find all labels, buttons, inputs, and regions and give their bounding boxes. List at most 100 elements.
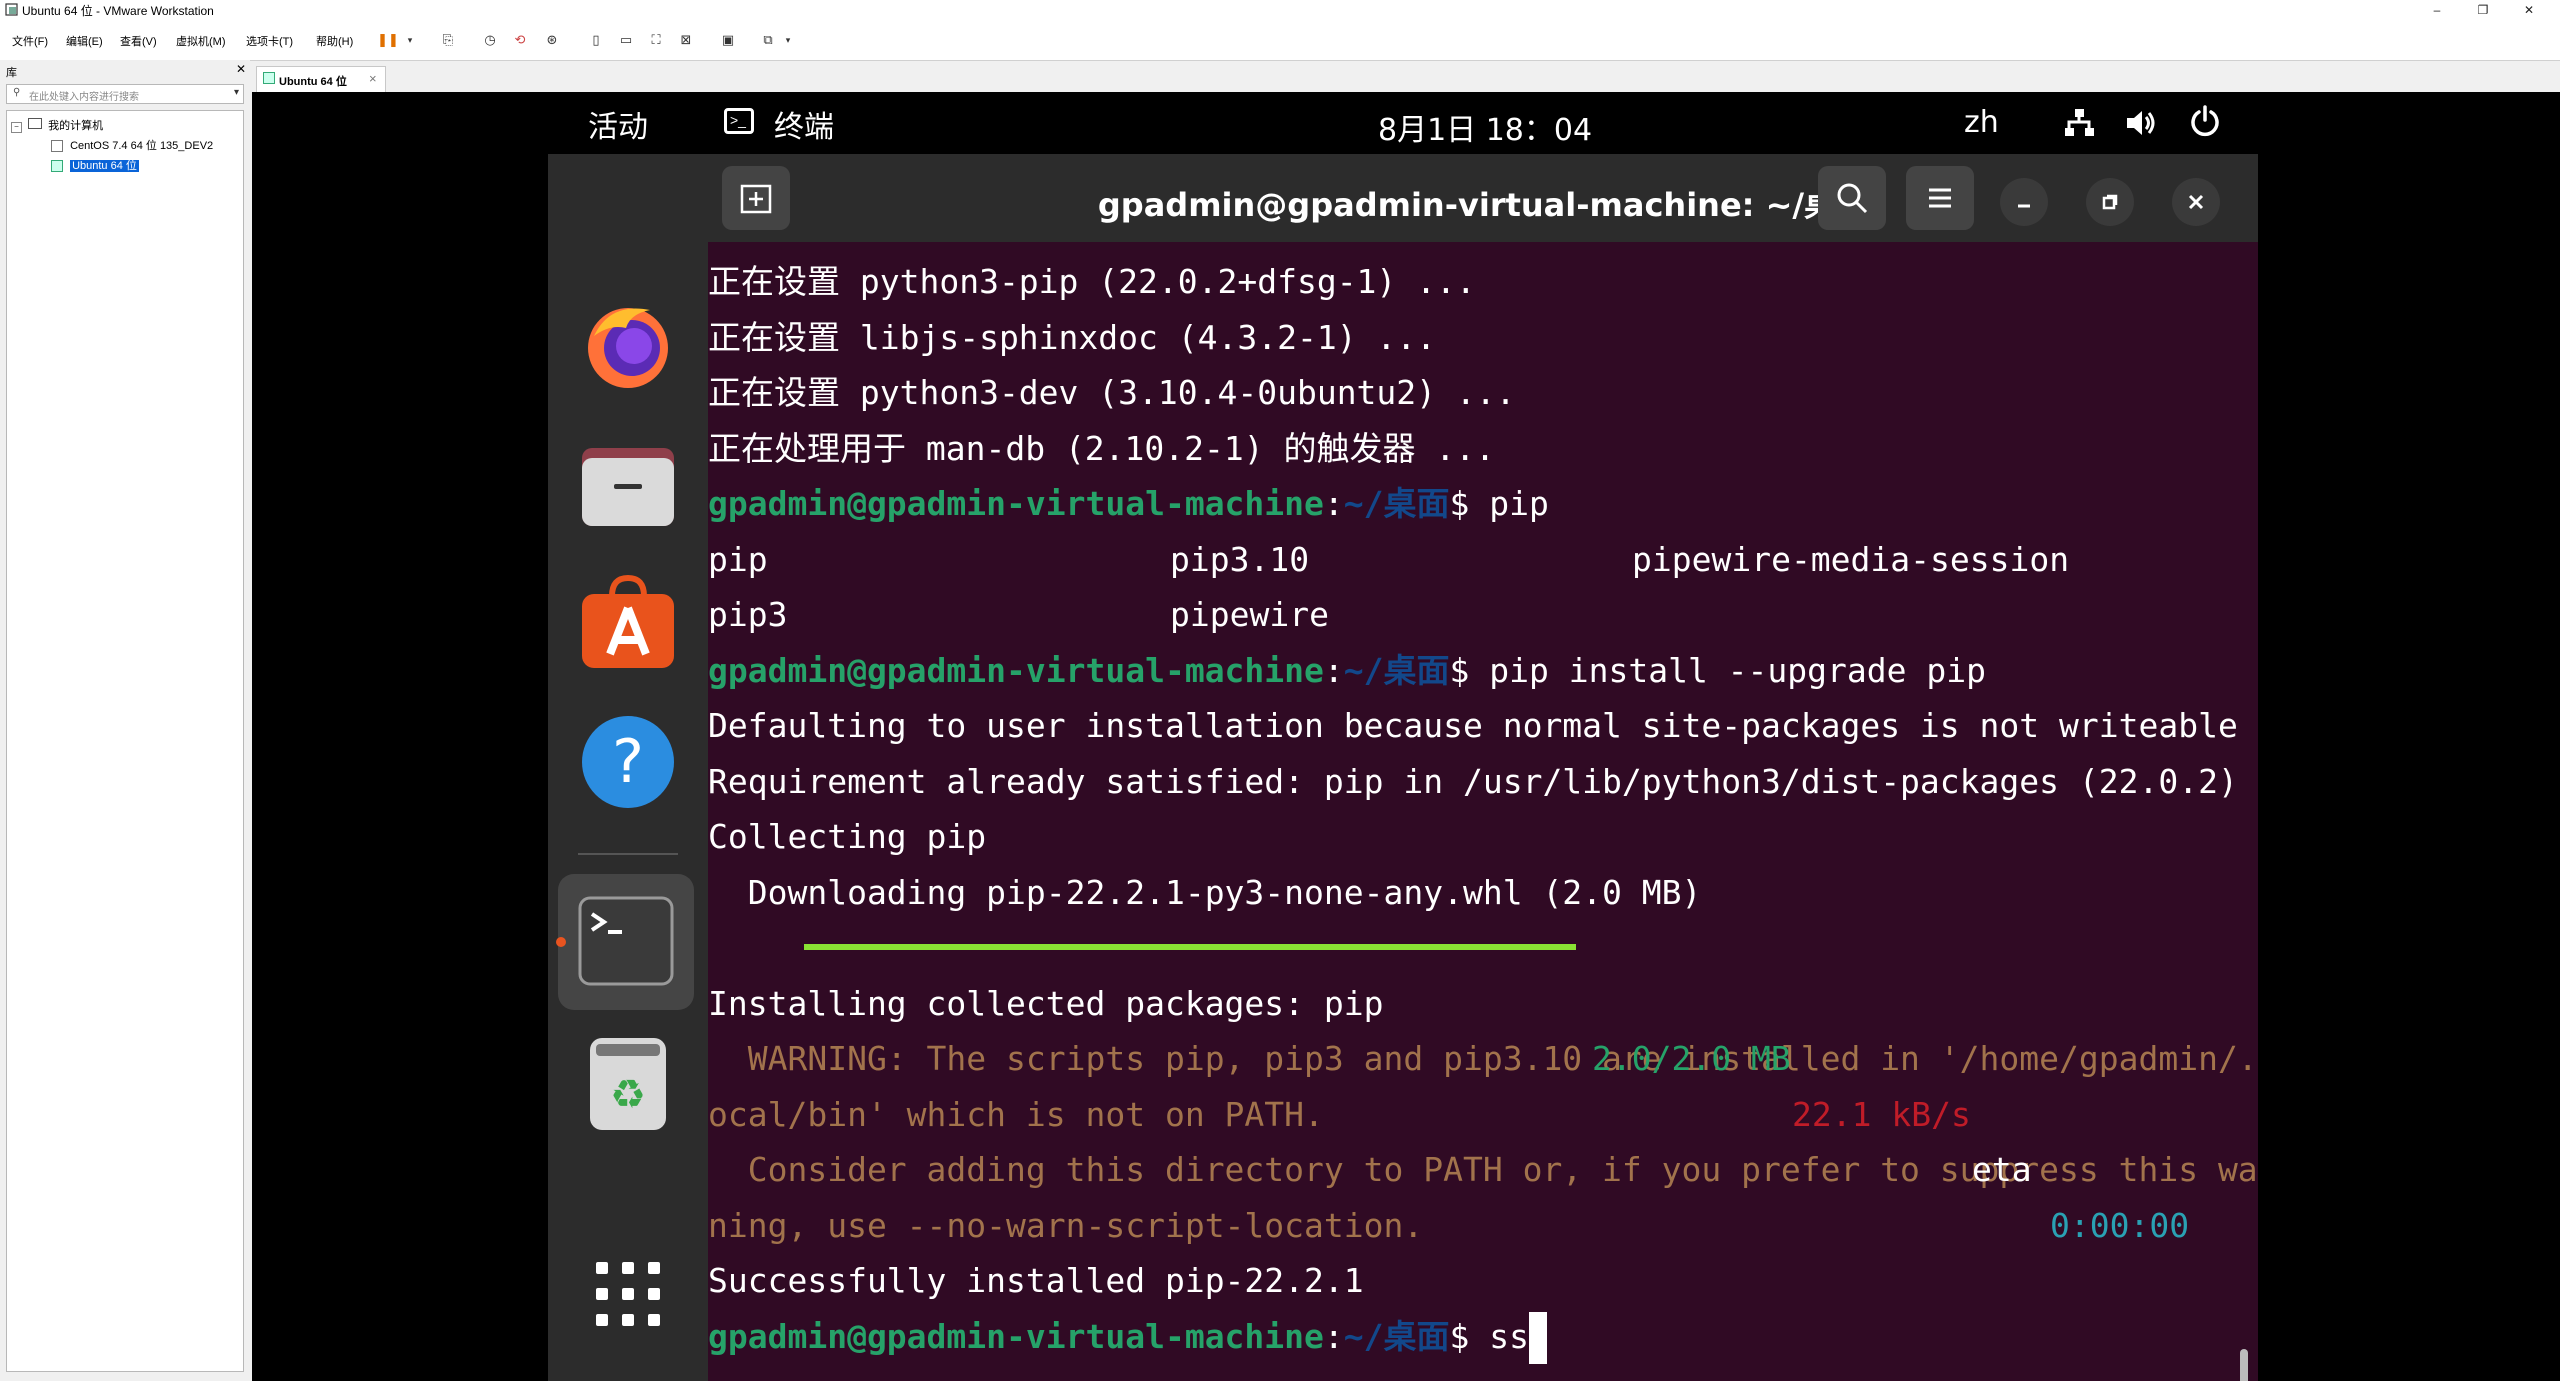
terminal-close-button[interactable] <box>2172 178 2220 226</box>
search-icon: ⚲ <box>13 87 21 98</box>
prompt-line: gpadmin@gpadmin-virtual-machine:~/桌面$ ss <box>708 1309 2238 1364</box>
completion-item: pipewire-media-session <box>1632 539 2070 579</box>
menu-vm[interactable]: 虚拟机(M) <box>176 33 226 49</box>
download-progress-fill <box>804 944 1576 950</box>
chevron-down-icon[interactable]: ▾ <box>400 30 420 50</box>
search-button[interactable] <box>1818 166 1886 230</box>
terminal-line: 正在设置 python3-dev (3.10.4-0ubuntu2) ... <box>708 373 1516 412</box>
vm-running-icon <box>263 72 275 84</box>
menu-edit[interactable]: 编辑(E) <box>66 33 103 49</box>
close-button[interactable]: ✕ <box>2506 0 2552 20</box>
command-input[interactable]: $ ss <box>1450 1317 1529 1356</box>
new-tab-button[interactable] <box>722 166 790 230</box>
text-cursor <box>1529 1312 1548 1364</box>
input-method-indicator[interactable]: zh <box>1964 105 1999 140</box>
chevron-down-icon[interactable]: ▾ <box>234 87 239 98</box>
restore-icon <box>2102 194 2118 210</box>
menu-help[interactable]: 帮助(H) <box>316 33 353 49</box>
prompt-user: gpadmin@gpadmin-virtual-machine <box>708 484 1324 523</box>
dock-separator <box>578 853 678 855</box>
console-view-icon[interactable]: ▣ <box>718 30 738 50</box>
tab-ubuntu[interactable]: Ubuntu 64 位 × <box>256 66 386 92</box>
thumbnail-bar-icon[interactable]: ▭ <box>616 30 636 50</box>
window-titlebar: Ubuntu 64 位 - VMware Workstation – ❐ ✕ <box>0 0 2560 20</box>
download-progress-track <box>804 944 1576 950</box>
completion-item: pip <box>708 539 768 579</box>
volume-icon[interactable] <box>2124 106 2158 140</box>
prompt-line: gpadmin@gpadmin-virtual-machine:~/桌面$ pi… <box>708 650 1986 690</box>
stretch-view-icon[interactable]: ⧉ <box>758 30 778 50</box>
menu-view[interactable]: 查看(V) <box>120 33 157 49</box>
terminal-maximize-button[interactable] <box>2086 178 2134 226</box>
download-eta-label: eta <box>1972 1150 2032 1189</box>
svg-text:?: ? <box>612 727 644 797</box>
app-menu[interactable]: 终端 <box>774 102 834 146</box>
library-close-button[interactable]: ✕ <box>236 62 246 76</box>
command-text: $ pip <box>1449 484 1549 523</box>
vm-icon <box>51 140 63 153</box>
firefox-icon <box>588 308 668 388</box>
activities-button[interactable]: 活动 <box>588 102 648 146</box>
collapse-icon[interactable]: − <box>11 122 22 133</box>
warning-line: ocal/bin' which is not on PATH. <box>708 1094 1324 1134</box>
terminal-minimize-button[interactable] <box>2000 178 2048 226</box>
network-icon[interactable] <box>2062 106 2096 140</box>
terminal-scrollbar[interactable] <box>2240 1349 2248 1381</box>
menu-tabs[interactable]: 选项卡(T) <box>246 33 293 49</box>
terminal-line: Downloading pip-22.2.1-py3-none-any.whl … <box>708 872 1702 912</box>
tab-close-icon[interactable]: × <box>369 71 377 86</box>
download-eta: 0:00:00 <box>2050 1205 2190 1245</box>
snapshot-icon[interactable]: ◷ <box>480 30 500 50</box>
dock-help[interactable]: ? <box>578 712 678 812</box>
completion-item: pipewire <box>1170 595 1329 634</box>
fullscreen-icon[interactable]: ⛶ <box>646 30 666 50</box>
menu-toolbar: 文件(F) 编辑(E) 查看(V) 虚拟机(M) 选项卡(T) 帮助(H) ❚❚… <box>0 20 2560 61</box>
close-icon <box>2188 194 2204 210</box>
menu-file[interactable]: 文件(F) <box>12 33 48 49</box>
snapshot-manager-icon[interactable]: ⊛ <box>542 30 562 50</box>
library-search-input[interactable]: ⚲ 在此处键入内容进行搜索 ▾ <box>6 84 244 104</box>
prompt-user: gpadmin@gpadmin-virtual-machine <box>708 650 1324 690</box>
dock-files[interactable] <box>578 434 678 534</box>
dock-trash[interactable]: ♻ <box>578 1034 678 1134</box>
tree-item-ubuntu[interactable]: Ubuntu 64 位 <box>51 157 139 175</box>
terminal-output[interactable]: 正在设置 python3-pip (22.0.2+dfsg-1) ... 正在设… <box>708 254 2258 1364</box>
unity-mode-icon[interactable]: ⊠ <box>676 30 696 50</box>
terminal-app-icon[interactable]: >_ <box>724 108 754 134</box>
revert-snapshot-icon[interactable]: ⟲ <box>510 30 530 50</box>
restore-button[interactable]: ❐ <box>2460 0 2506 20</box>
send-keys-icon[interactable]: ⎘ <box>438 30 458 50</box>
computer-icon <box>28 118 43 129</box>
software-center-icon <box>582 574 674 668</box>
folder-icon <box>582 448 674 526</box>
terminal-line: 正在设置 libjs-sphinxdoc (4.3.2-1) ... <box>708 317 1437 357</box>
minimize-icon <box>2018 204 2030 208</box>
tree-item-centos[interactable]: CentOS 7.4 64 位 135_DEV2 <box>51 137 213 155</box>
dock-firefox[interactable] <box>578 294 678 394</box>
show-apps-icon[interactable] <box>594 1260 662 1328</box>
completion-item: pip3.10 <box>1170 539 1310 579</box>
completion-item: pip3 <box>708 595 788 634</box>
terminal-line: Installing collected packages: pip <box>708 983 1384 1023</box>
power-icon[interactable] <box>2188 104 2222 138</box>
vm-running-icon <box>51 160 63 173</box>
prompt-path: ~/桌面 <box>1343 484 1450 523</box>
dock: ? ♻ <box>548 154 708 1381</box>
new-tab-icon <box>740 184 772 214</box>
sidebar-toggle-icon[interactable]: ▯ <box>586 30 606 50</box>
chevron-down-icon[interactable]: ▾ <box>778 30 798 50</box>
svg-text:♻: ♻ <box>610 1072 646 1118</box>
hamburger-icon <box>1929 188 1951 208</box>
help-icon: ? <box>582 716 674 808</box>
pause-icon[interactable]: ❚❚ <box>377 30 399 50</box>
terminal-line: Defaulting to user installation because … <box>708 706 2238 745</box>
dock-software[interactable] <box>578 572 678 672</box>
terminal-icon <box>578 896 674 986</box>
minimize-button[interactable]: – <box>2414 0 2460 20</box>
terminal-headerbar: gpadmin@gpadmin-virtual-machine: ~/桌面 <box>708 154 2258 242</box>
clock[interactable]: 8月1日 18：04 <box>1378 105 1592 149</box>
tree-root[interactable]: − 我的计算机 <box>11 117 103 135</box>
terminal-line: Collecting pip <box>708 817 987 856</box>
dock-terminal[interactable] <box>556 874 694 1010</box>
menu-button[interactable] <box>1906 166 1974 230</box>
